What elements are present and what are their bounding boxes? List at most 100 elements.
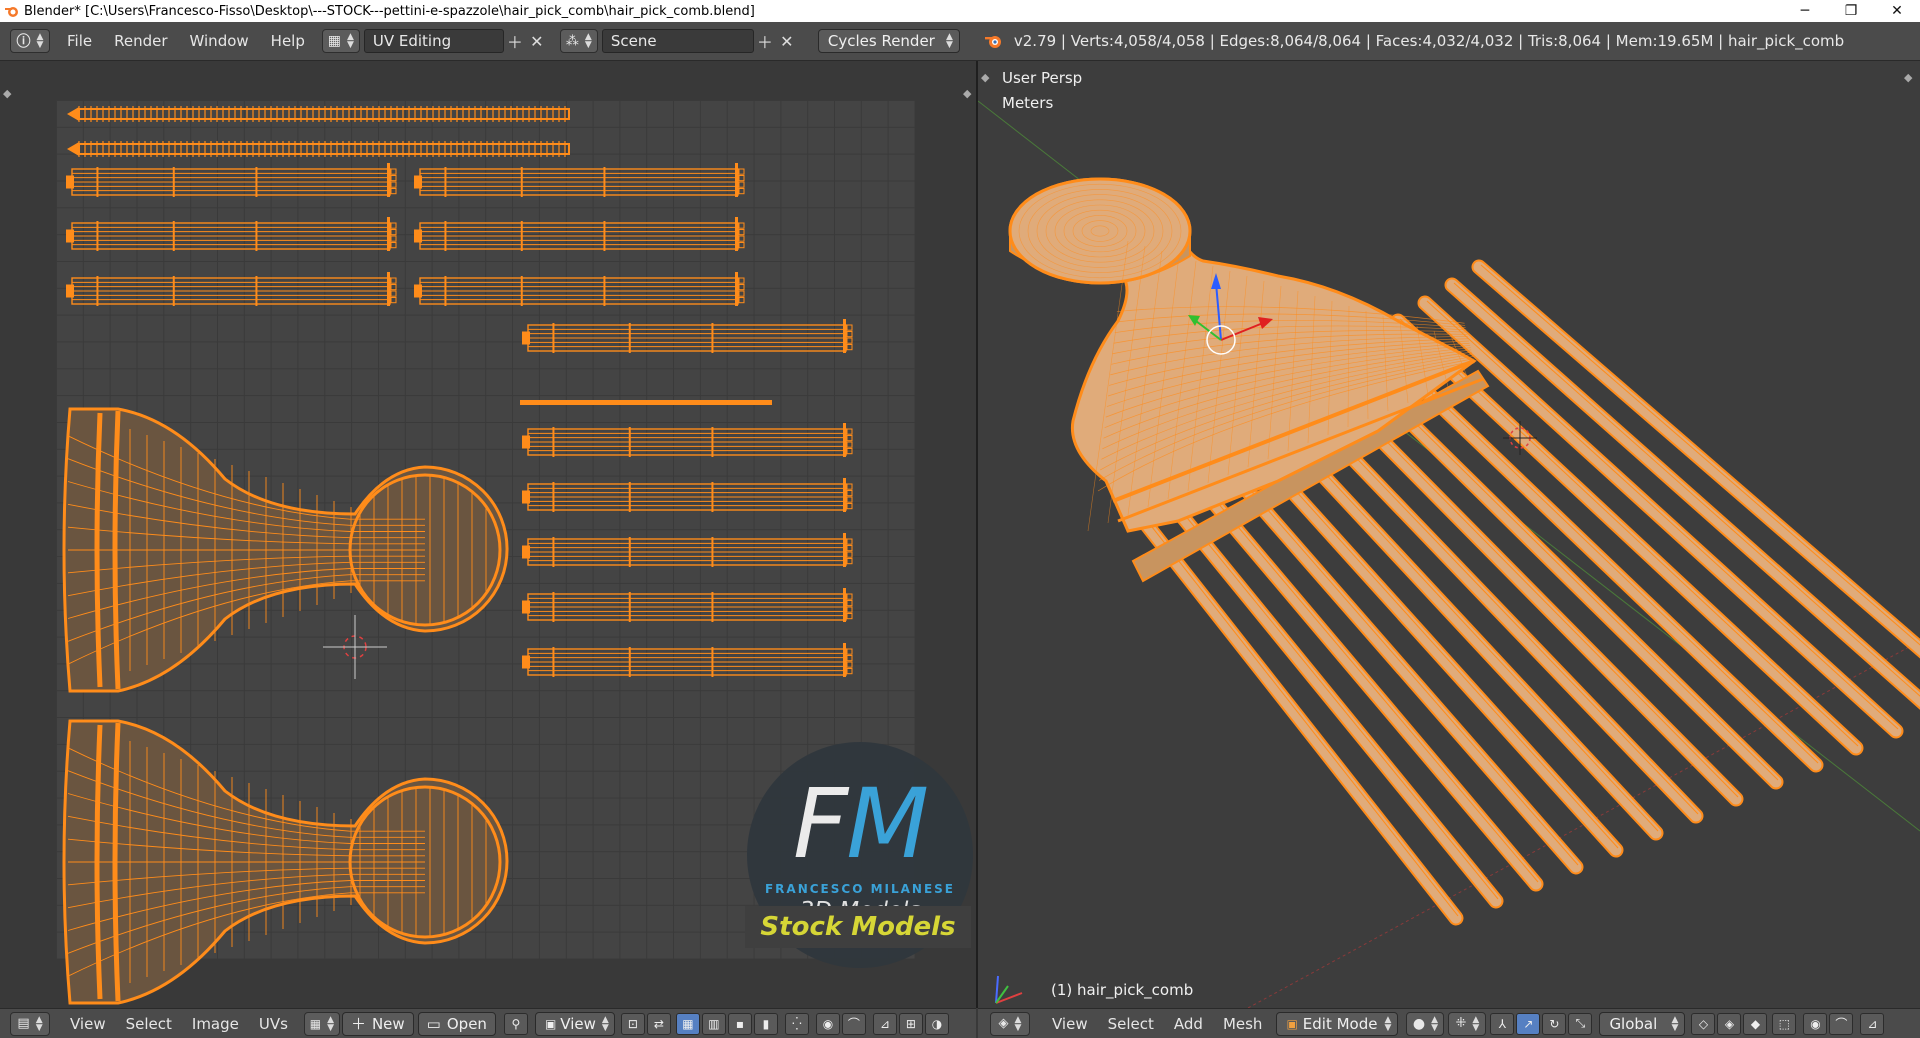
vp-menu-add[interactable]: Add — [1164, 1015, 1213, 1033]
snap-icon[interactable]: ⊿ — [872, 1012, 897, 1035]
proportional-editing-icon[interactable]: ◉ — [1803, 1012, 1828, 1035]
blender-logo-icon — [984, 36, 1001, 48]
viewport-shading-button[interactable]: ● ▲ ▼ — [1406, 1011, 1445, 1036]
plus-icon: ＋ — [350, 1015, 366, 1033]
uv-tooth-island — [66, 217, 397, 251]
translate-manipulator-icon[interactable]: ↗ — [1516, 1012, 1541, 1035]
manipulator-icon[interactable]: ⅄ — [1490, 1012, 1515, 1035]
rotate-manipulator-icon[interactable]: ↻ — [1542, 1012, 1567, 1035]
scene-statistics: v2.79 | Verts:4,058/4,058 | Edges:8,064/… — [1013, 32, 1845, 50]
image-editor-icon: ▤ — [17, 1016, 30, 1031]
uv-tooth-island — [414, 272, 745, 306]
uv-tooth-island — [414, 163, 745, 197]
3d-view-header: ◈ ▲ ▼ View Select Add Mesh ▣ Edit Mode ▲ ▼ ● ▲… — [978, 1008, 1920, 1038]
maximize-button[interactable]: ❐ — [1828, 0, 1874, 22]
uv-thin-strip — [520, 400, 772, 405]
folder-icon: ▭ — [426, 1014, 441, 1033]
units-label: Meters — [1002, 94, 1054, 112]
uv-menu-image[interactable]: Image — [182, 1015, 249, 1033]
face-select-mode-icon[interactable]: ◆ — [1743, 1012, 1768, 1035]
snap-element-icon[interactable]: ⊿ — [1860, 1012, 1885, 1035]
axis-orientation-icon — [995, 975, 1023, 1004]
uv-tooth-island — [522, 643, 853, 677]
add-layout-icon[interactable]: ＋ — [504, 30, 526, 52]
scene-icon: ⁂ — [565, 33, 579, 49]
editor-mode-dropdown[interactable]: ▣ View ▲ ▼ — [534, 1011, 615, 1036]
region-toggle-right-icon[interactable]: ◆ — [1904, 71, 1912, 84]
vp-menu-mesh[interactable]: Mesh — [1213, 1015, 1273, 1033]
menu-render[interactable]: Render — [103, 32, 178, 50]
proportional-edit-icon[interactable]: ◉ — [815, 1012, 840, 1035]
info-icon: ⓘ — [16, 34, 31, 50]
edge-select-mode-icon[interactable]: ◈ — [1717, 1012, 1742, 1035]
menu-window[interactable]: Window — [179, 32, 260, 50]
blender-app-icon — [5, 7, 18, 17]
hair-pick-comb-mesh — [978, 100, 1920, 1008]
overlay-icon[interactable]: ◑ — [924, 1012, 949, 1035]
editor-type-button[interactable]: ▤ ▲ ▼ — [10, 1011, 50, 1036]
window-title: Blender* [C:\Users\Francesco-Fisso\Deskt… — [24, 3, 755, 19]
sphere-icon: ● — [1412, 1015, 1426, 1032]
render-engine-dropdown[interactable]: Cycles Render ▲ ▼ — [817, 29, 960, 53]
falloff-icon[interactable]: ⌒ — [841, 1012, 866, 1035]
uv-comb-body-island — [62, 407, 509, 693]
pivot-icon[interactable]: ⊡ — [620, 1012, 645, 1035]
uv-menu-select[interactable]: Select — [116, 1015, 182, 1033]
chevron-updown-icon: ▲ ▼ — [36, 32, 44, 50]
sync-selection-icon[interactable]: ⇄ — [646, 1012, 671, 1035]
edit-mode-icon: ▣ — [1286, 1016, 1298, 1031]
face-select-icon[interactable]: ▪ — [727, 1012, 752, 1035]
remove-layout-icon[interactable]: ✕ — [526, 30, 548, 52]
stock-models-banner: Stock Models — [745, 906, 971, 948]
layout-icon: ▦ — [327, 33, 342, 49]
uv-long-strip — [67, 141, 570, 157]
falloff-type-icon[interactable]: ⌒ — [1829, 1012, 1854, 1035]
window-titlebar: Blender* [C:\Users\Francesco-Fisso\Deskt… — [0, 0, 1920, 22]
region-toggle-left-icon[interactable]: ◆ — [981, 71, 989, 84]
3d-viewport[interactable]: User Persp Meters (1) hair_pick_comb ◆ ◆ — [978, 61, 1920, 1008]
add-scene-icon[interactable]: ＋ — [754, 30, 776, 52]
layout-name-field[interactable]: UV Editing — [363, 29, 504, 53]
sticky-select-icon[interactable]: ⁛ — [784, 1012, 809, 1035]
layout-selector-button[interactable]: ▦ ▲ ▼ — [321, 29, 360, 53]
island-select-icon[interactable]: ▮ — [753, 1012, 778, 1035]
editor-type-3dview-button[interactable]: ◈ ▲ ▼ — [990, 1011, 1030, 1036]
uv-tooth-island — [522, 533, 853, 567]
scale-manipulator-icon[interactable]: ⤡ — [1568, 1012, 1593, 1035]
vertex-select-mode-icon[interactable]: ◇ — [1691, 1012, 1716, 1035]
vertex-select-icon[interactable]: ▦ — [675, 1012, 700, 1035]
uv-editor-header: ▤ ▲ ▼ View Select Image UVs ▦ ▲ ▼ ＋ New ▭ Open… — [0, 1008, 976, 1038]
new-image-button[interactable]: ＋ New — [341, 1011, 414, 1036]
scene-name-field[interactable]: Scene — [601, 29, 754, 53]
menu-help[interactable]: Help — [260, 32, 316, 50]
uv-tooth-island — [522, 478, 853, 512]
editor-type-info-button[interactable]: ⓘ ▲ ▼ — [10, 29, 50, 53]
browse-image-button[interactable]: ▦ ▲ ▼ — [303, 1011, 340, 1036]
pivot-icon: ⁜ — [1455, 1016, 1467, 1031]
edge-select-icon[interactable]: ▥ — [701, 1012, 726, 1035]
vp-menu-select[interactable]: Select — [1098, 1015, 1164, 1033]
pin-icon[interactable]: ⚲ — [503, 1012, 528, 1035]
uv-menu-view[interactable]: View — [60, 1015, 116, 1033]
active-object-label: (1) hair_pick_comb — [1051, 981, 1194, 999]
view-mode-icon: ▣ — [544, 1016, 557, 1031]
interaction-mode-dropdown[interactable]: ▣ Edit Mode ▲ ▼ — [1276, 1011, 1399, 1036]
transform-orientation-dropdown[interactable]: Global ▲ ▼ — [1599, 1011, 1686, 1036]
uv-tooth-island — [522, 588, 853, 622]
fm-letter-f: F — [792, 768, 848, 880]
menu-file[interactable]: File — [56, 32, 103, 50]
snap-target-icon[interactable]: ⊞ — [898, 1012, 923, 1035]
uv-menu-uvs[interactable]: UVs — [249, 1015, 298, 1033]
scene-selector-button[interactable]: ⁂ ▲ ▼ — [559, 29, 598, 53]
pivot-point-button[interactable]: ⁜ ▲ ▼ — [1448, 1011, 1487, 1036]
vp-menu-view[interactable]: View — [1042, 1015, 1098, 1033]
open-image-button[interactable]: ▭ Open — [417, 1011, 496, 1036]
minimize-button[interactable]: ─ — [1782, 0, 1828, 22]
occlude-geometry-icon[interactable]: ⬚ — [1772, 1012, 1797, 1035]
uv-2d-cursor-icon — [323, 615, 387, 679]
close-window-button[interactable]: ✕ — [1874, 0, 1920, 22]
uv-image-editor[interactable]: ◆ ◆ FM FRANCESCO MILANESE 3D Models Stoc… — [0, 61, 976, 1008]
uv-comb-body-island — [62, 719, 509, 1005]
remove-scene-icon[interactable]: ✕ — [776, 30, 798, 52]
fm-logo-letters: FM — [747, 774, 973, 874]
